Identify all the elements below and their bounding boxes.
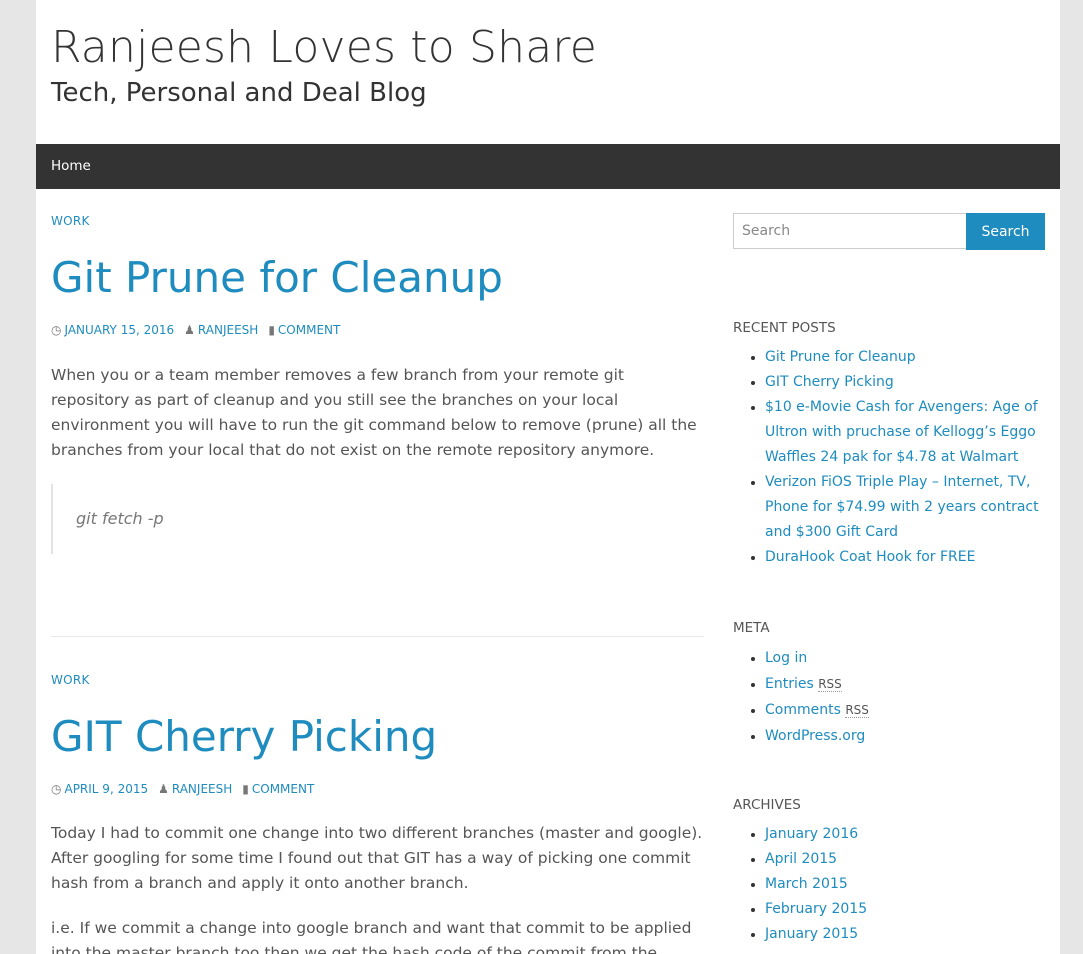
list-item[interactable]: Comments RSS — [765, 697, 1045, 723]
rss-abbr: RSS — [818, 677, 842, 692]
post-date[interactable]: JANUARY 15, 2016 — [64, 323, 174, 337]
clock-icon: ◷ — [51, 782, 62, 796]
list-item[interactable]: March 2015 — [765, 872, 1045, 897]
post-paragraph: Today I had to commit one change into tw… — [51, 824, 703, 892]
recent-post-link[interactable]: Verizon FiOS Triple Play – Internet, TV,… — [765, 474, 1039, 540]
rss-abbr: RSS — [845, 703, 869, 718]
login-link[interactable]: Log in — [765, 650, 807, 666]
wordpress-link[interactable]: WordPress.org — [765, 728, 865, 744]
recent-post-link[interactable]: DuraHook Coat Hook for FREE — [765, 549, 975, 565]
list-item[interactable]: February 2015 — [765, 897, 1045, 922]
list-item[interactable]: January 2016 — [765, 822, 1045, 847]
list-item[interactable]: January 2015 — [765, 922, 1045, 947]
list-item[interactable]: Verizon FiOS Triple Play – Internet, TV,… — [765, 470, 1045, 545]
post-meta: ◷ JANUARY 15, 2016 ♟ RANJEESH ▮ COMMENT — [51, 323, 340, 337]
post-comment-link[interactable]: COMMENT — [278, 323, 340, 337]
post-paragraph: i.e. If we commit a change into google b… — [51, 919, 692, 954]
search-input[interactable] — [733, 213, 973, 249]
comment-icon: ▮ — [242, 782, 249, 796]
recent-post-link[interactable]: GIT Cherry Picking — [765, 374, 894, 390]
meta-list: Log in Entries RSS Comments RSS WordPres… — [733, 645, 1045, 749]
archive-link[interactable]: April 2015 — [765, 851, 837, 867]
list-item[interactable]: Log in — [765, 645, 1045, 671]
meta-title: META — [733, 620, 770, 636]
post-divider — [51, 636, 704, 637]
post-blockquote: git fetch -p — [51, 484, 693, 554]
post-title[interactable]: Git Prune for Cleanup — [51, 253, 503, 302]
post-category[interactable]: WORK — [51, 214, 90, 228]
list-item[interactable]: Entries RSS — [765, 671, 1045, 697]
list-item[interactable]: April 2015 — [765, 847, 1045, 872]
list-item[interactable]: Git Prune for Cleanup — [765, 345, 1045, 370]
main-navigation: Home — [36, 144, 1060, 189]
post-title[interactable]: GIT Cherry Picking — [51, 712, 437, 761]
archive-link[interactable]: January 2015 — [765, 926, 858, 942]
user-icon: ♟ — [158, 782, 169, 796]
recent-post-link[interactable]: $10 e-Movie Cash for Avengers: Age of Ul… — [765, 399, 1038, 465]
comment-icon: ▮ — [268, 323, 275, 337]
list-item[interactable]: $10 e-Movie Cash for Avengers: Age of Ul… — [765, 395, 1045, 470]
archive-link[interactable]: February 2015 — [765, 901, 867, 917]
archive-link[interactable]: March 2015 — [765, 876, 848, 892]
post-author[interactable]: RANJEESH — [172, 782, 232, 796]
nav-home-link[interactable]: Home — [51, 158, 91, 174]
recent-posts-list: Git Prune for Cleanup GIT Cherry Picking… — [733, 345, 1045, 570]
archives-list: January 2016 April 2015 March 2015 Febru… — [733, 822, 1045, 947]
page: Ranjeesh Loves to Share Tech, Personal a… — [36, 0, 1060, 954]
recent-post-link[interactable]: Git Prune for Cleanup — [765, 349, 916, 365]
blockquote-text: git fetch -p — [76, 509, 164, 528]
list-item[interactable]: GIT Cherry Picking — [765, 370, 1045, 395]
post-author[interactable]: RANJEESH — [198, 323, 258, 337]
list-item[interactable]: WordPress.org — [765, 723, 1045, 749]
post-meta: ◷ APRIL 9, 2015 ♟ RANJEESH ▮ COMMENT — [51, 782, 314, 796]
post-comment-link[interactable]: COMMENT — [252, 782, 314, 796]
post-category[interactable]: WORK — [51, 673, 90, 687]
site-title[interactable]: Ranjeesh Loves to Share — [51, 22, 597, 73]
user-icon: ♟ — [184, 323, 195, 337]
list-item[interactable]: DuraHook Coat Hook for FREE — [765, 545, 1045, 570]
recent-posts-title: RECENT POSTS — [733, 320, 836, 336]
archives-title: ARCHIVES — [733, 797, 801, 813]
comments-rss-link[interactable]: Comments — [765, 702, 841, 718]
clock-icon: ◷ — [51, 323, 62, 337]
site-tagline: Tech, Personal and Deal Blog — [51, 78, 427, 108]
entries-rss-link[interactable]: Entries — [765, 676, 814, 692]
search-button[interactable]: Search — [966, 213, 1045, 250]
archive-link[interactable]: January 2016 — [765, 826, 858, 842]
post-paragraph: When you or a team member removes a few … — [51, 366, 697, 459]
post-date[interactable]: APRIL 9, 2015 — [64, 782, 148, 796]
